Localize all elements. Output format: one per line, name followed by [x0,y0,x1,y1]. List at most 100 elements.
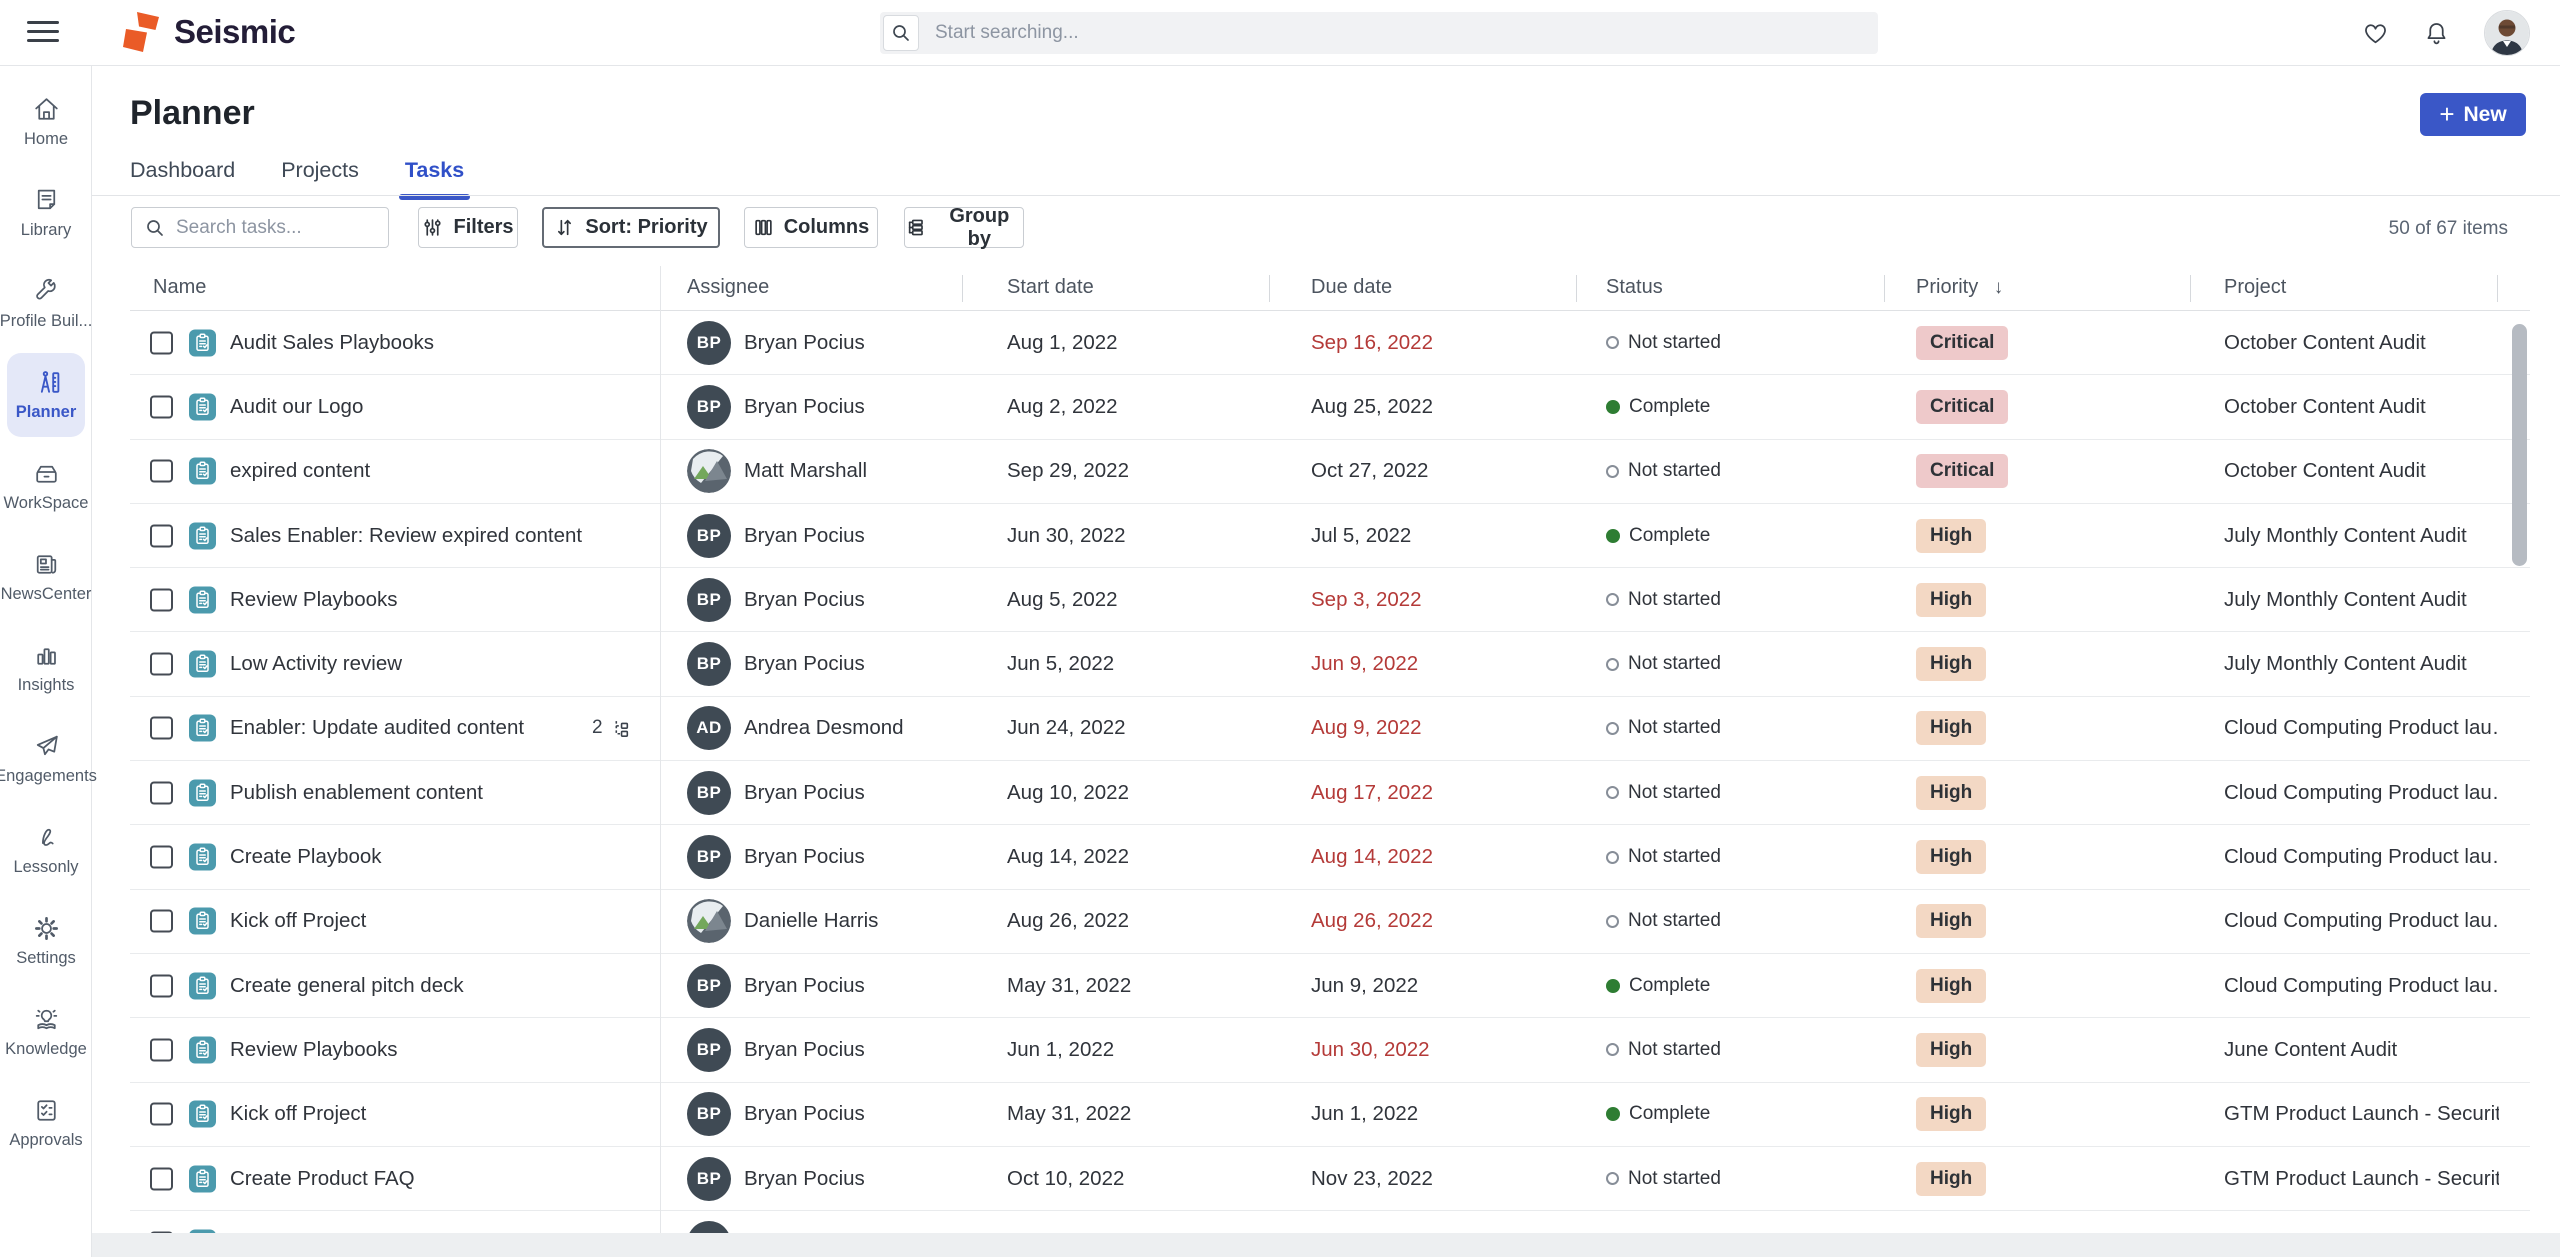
sidebar-item-insights[interactable]: Insights [0,622,92,713]
task-name[interactable]: Enabler: Update audited content [230,716,524,740]
assignee-name: Bryan Pocius [744,781,865,805]
insights-icon [31,640,62,671]
assignee-avatar-photo [687,449,731,493]
task-clipboard-icon [189,393,216,420]
hamburger-menu-icon[interactable] [27,21,59,45]
new-button[interactable]: + New [2420,93,2526,136]
filters-button[interactable]: Filters [418,207,518,248]
row-checkbox[interactable] [150,1103,173,1126]
newscenter-icon [31,549,62,580]
sidebar-item-engagements[interactable]: Engagements [0,713,92,804]
task-clipboard-icon [189,844,216,871]
task-name[interactable]: Publish enablement content [230,781,483,805]
sidebar-item-profile-builder[interactable]: Profile Buil... [0,258,92,349]
row-checkbox[interactable] [150,395,173,418]
status-label: Not started [1628,1039,1721,1061]
sidebar-item-lessonly[interactable]: Lessonly [0,804,92,895]
status-dot-icon [1606,593,1619,606]
status-dot-icon [1606,1043,1619,1056]
table-row[interactable]: Low Activity review BP Bryan Pocius Jun … [130,632,2530,696]
table-row[interactable]: Review Playbooks BP Bryan Pocius Jun 1, … [130,1018,2530,1082]
task-name[interactable]: Create general pitch deck [230,974,464,998]
row-checkbox[interactable] [150,653,173,676]
planner-icon [31,367,62,398]
row-checkbox[interactable] [150,781,173,804]
task-name[interactable]: expired content [230,459,370,483]
columns-button[interactable]: Columns [744,207,878,248]
sidebar-item-workspace[interactable]: WorkSpace [0,440,92,531]
table-row[interactable]: Publish enablement content BP Bryan Poci… [130,761,2530,825]
sidebar-item-newscenter[interactable]: NewsCenter [0,531,92,622]
row-checkbox[interactable] [150,588,173,611]
row-checkbox[interactable] [150,910,173,933]
task-name[interactable]: Review Playbooks [230,588,398,612]
tab-dashboard[interactable]: Dashboard [130,158,235,197]
column-header-project[interactable]: Project [2224,276,2286,299]
task-name[interactable]: Kick off Project [230,909,366,933]
column-header-start-date[interactable]: Start date [1007,276,1094,299]
table-row[interactable]: Enabler: Update audited content 2 AD And… [130,697,2530,761]
table-row[interactable] [130,1211,2530,1233]
task-name[interactable]: Audit Sales Playbooks [230,331,434,355]
wrench-icon [31,276,62,307]
row-checkbox[interactable] [150,846,173,869]
table-row[interactable]: Create general pitch deck BP Bryan Pociu… [130,954,2530,1018]
table-row[interactable]: Kick off Project Danielle Harris Aug 26,… [130,890,2530,954]
task-name[interactable]: Audit our Logo [230,395,363,419]
status-cell: Complete [1606,396,1710,418]
user-avatar[interactable] [2484,10,2530,56]
column-header-priority[interactable]: Priority ↓ [1916,276,2003,299]
task-name[interactable]: Low Activity review [230,652,402,676]
sidebar-item-library[interactable]: Library [0,167,92,258]
sort-button[interactable]: Sort: Priority [542,207,720,248]
table-row[interactable]: Review Playbooks BP Bryan Pocius Aug 5, … [130,568,2530,632]
group-by-button[interactable]: Group by [904,207,1024,248]
row-checkbox[interactable] [150,331,173,354]
assignee-avatar-photo [687,899,731,943]
task-name[interactable]: Review Playbooks [230,1038,398,1062]
tab-projects[interactable]: Projects [281,158,359,197]
search-tasks-input[interactable]: Search tasks... [131,207,389,248]
column-header-status[interactable]: Status [1606,276,1663,299]
column-header-due-date[interactable]: Due date [1311,276,1392,299]
table-row[interactable]: Kick off Project BP Bryan Pocius May 31,… [130,1083,2530,1147]
table-row[interactable]: Create Product FAQ BP Bryan Pocius Oct 1… [130,1147,2530,1211]
sidebar-item-planner[interactable]: Planner [0,349,92,440]
header-separator [1576,275,1577,302]
table-row[interactable]: expired content Matt Marshall Sep 29, 20… [130,440,2530,504]
task-name[interactable]: Create Playbook [230,845,382,869]
sidebar-item-knowledge[interactable]: Knowledge [0,986,92,1077]
sidebar-item-settings[interactable]: Settings [0,895,92,986]
due-date: Aug 9, 2022 [1311,716,1422,740]
row-checkbox[interactable] [150,974,173,997]
row-checkbox[interactable] [150,717,173,740]
assignee-avatar: AD [687,706,731,750]
favorites-heart-icon[interactable] [2362,20,2389,47]
vertical-scrollbar[interactable] [2512,324,2527,566]
status-cell: Complete [1606,1103,1710,1125]
sidebar-item-home[interactable]: Home [0,76,92,167]
status-label: Not started [1628,653,1721,675]
priority-badge: Critical [1916,390,2008,424]
task-name[interactable]: Sales Enabler: Review expired content [230,524,582,548]
sort-descending-arrow-icon: ↓ [1994,277,2004,298]
tab-tasks[interactable]: Tasks [405,158,464,197]
header-separator [962,275,963,302]
column-header-assignee[interactable]: Assignee [687,276,769,299]
sidebar-item-approvals[interactable]: Approvals [0,1077,92,1168]
global-search-input[interactable]: Start searching... [880,12,1878,54]
row-checkbox[interactable] [150,460,173,483]
project-name: July Monthly Content Audit [2224,652,2467,676]
notifications-bell-icon[interactable] [2423,20,2450,47]
row-checkbox[interactable] [150,524,173,547]
row-checkbox[interactable] [150,1038,173,1061]
table-row[interactable]: Audit our Logo BP Bryan Pocius Aug 2, 20… [130,375,2530,439]
table-row[interactable]: Create Playbook BP Bryan Pocius Aug 14, … [130,825,2530,889]
column-header-name[interactable]: Name [153,276,206,299]
row-checkbox[interactable] [150,1167,173,1190]
task-name[interactable]: Create Product FAQ [230,1167,415,1191]
table-row[interactable]: Audit Sales Playbooks BP Bryan Pocius Au… [130,311,2530,375]
subtask-indicator[interactable]: 2 [592,717,631,739]
task-name[interactable]: Kick off Project [230,1102,366,1126]
table-row[interactable]: Sales Enabler: Review expired content BP… [130,504,2530,568]
